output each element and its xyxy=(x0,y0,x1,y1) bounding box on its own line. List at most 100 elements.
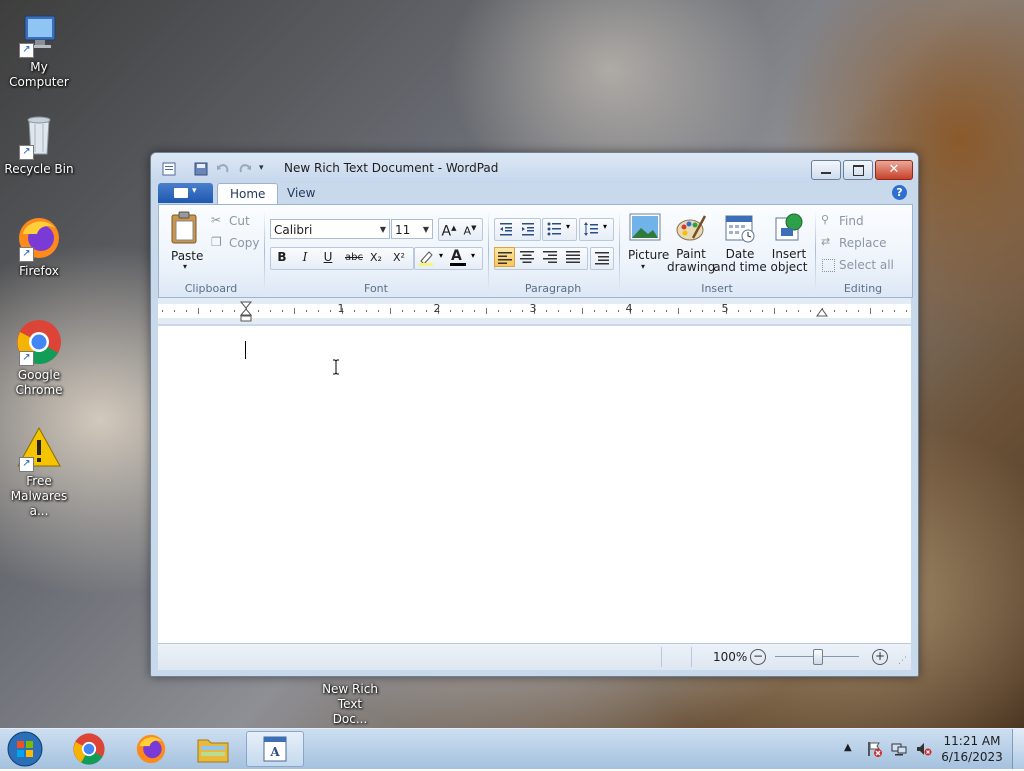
indent-marker-icon[interactable] xyxy=(240,301,252,323)
action-center-icon[interactable] xyxy=(866,741,882,757)
align-left-button[interactable] xyxy=(494,247,515,267)
taskbar-firefox[interactable] xyxy=(122,731,180,767)
increase-indent-icon[interactable] xyxy=(520,221,536,237)
shrink-font-label: A xyxy=(463,224,472,238)
bullet-list-icon xyxy=(547,222,561,236)
align-right-button[interactable] xyxy=(540,247,561,267)
group-label-clipboard: Clipboard xyxy=(184,282,238,295)
tab-view[interactable]: View xyxy=(275,183,327,204)
list-button[interactable]: ▾ xyxy=(542,218,577,241)
insert-object-button[interactable]: Insert object xyxy=(766,209,812,274)
zoom-in-icon[interactable]: + xyxy=(872,649,888,665)
group-label-font: Font xyxy=(364,282,388,295)
group-separator xyxy=(815,211,816,291)
ribbon: Paste ▾ ✂ Cut ❐ Copy Clipboard Calibri ▼… xyxy=(158,204,913,298)
paragraph-settings-button[interactable] xyxy=(590,247,614,270)
paragraph-icon xyxy=(595,252,609,265)
replace-button[interactable]: ⇄ Replace xyxy=(821,234,901,252)
ruler[interactable]: 1 2 3 4 5 xyxy=(158,298,911,324)
close-icon: ✕ xyxy=(888,162,900,177)
copy-button[interactable]: ❐ Copy xyxy=(211,234,261,252)
taskbar-file-explorer[interactable] xyxy=(184,731,242,767)
desktop-icon-recycle-bin[interactable]: ↗ Recycle Bin xyxy=(0,112,78,177)
show-desktop-button[interactable] xyxy=(1012,729,1024,769)
system-clock[interactable]: 11:21 AM 6/16/2023 xyxy=(930,733,1014,765)
bold-button[interactable]: B xyxy=(271,247,293,268)
align-center-icon xyxy=(520,251,534,263)
ruler-tick xyxy=(234,310,235,312)
desktop-icon-google-chrome[interactable]: ↗ Google Chrome xyxy=(0,318,78,398)
close-button[interactable]: ✕ xyxy=(875,160,913,180)
network-icon[interactable] xyxy=(891,741,907,757)
document-editor[interactable] xyxy=(158,325,911,644)
justify-button[interactable] xyxy=(563,247,584,267)
highlighter-icon xyxy=(419,251,433,266)
minimize-button[interactable] xyxy=(811,160,841,180)
ruler-tick xyxy=(666,310,667,312)
paste-button[interactable]: Paste ▾ xyxy=(163,209,203,271)
superscript-button[interactable]: X² xyxy=(388,247,410,268)
right-indent-marker-icon[interactable] xyxy=(816,307,828,317)
undo-icon[interactable] xyxy=(215,161,231,177)
font-color-button[interactable]: A ▾ xyxy=(449,248,479,267)
title-bar[interactable]: ▾ New Rich Text Document - WordPad ✕ xyxy=(151,153,918,183)
find-button[interactable]: ⚲ Find xyxy=(821,212,901,230)
decrease-indent-icon[interactable] xyxy=(498,221,514,237)
help-icon[interactable]: ? xyxy=(892,185,907,200)
desktop-icon-free-malwares[interactable]: ↗ Free Malwares a... xyxy=(0,424,78,519)
window-title: New Rich Text Document - WordPad xyxy=(284,161,499,175)
ruler-tick xyxy=(906,310,907,312)
italic-button[interactable]: I xyxy=(294,247,316,268)
tab-home[interactable]: Home xyxy=(217,183,279,205)
save-icon[interactable] xyxy=(193,161,209,177)
taskbar-wordpad[interactable]: A xyxy=(246,731,304,767)
customize-qat-icon[interactable]: ▾ xyxy=(259,163,264,173)
show-hidden-icons[interactable]: ▲ xyxy=(844,742,852,753)
select-all-icon xyxy=(822,259,835,272)
font-family-combo[interactable]: Calibri ▼ xyxy=(270,219,390,239)
zoom-out-icon[interactable]: − xyxy=(750,649,766,665)
desktop-icon-new-rich-text-doc[interactable]: New Rich Text Doc... xyxy=(311,682,389,727)
ruler-tick xyxy=(594,310,595,312)
application-menu-button[interactable]: ▾ xyxy=(158,183,213,203)
align-left-icon xyxy=(498,252,512,264)
windows-logo-icon xyxy=(7,731,43,767)
taskbar: A ▲ 11:21 AM 6/16/2023 xyxy=(0,728,1024,769)
redo-icon[interactable] xyxy=(237,161,253,177)
zoom-slider-thumb[interactable] xyxy=(813,649,823,665)
desktop-icon-label: Free Malwares a... xyxy=(10,474,68,518)
strikethrough-button[interactable]: abc xyxy=(341,247,367,268)
desktop-icon-label: Google Chrome xyxy=(15,368,63,397)
picture-icon xyxy=(629,213,661,241)
align-center-button[interactable] xyxy=(517,247,538,267)
date-time-label: Date and time xyxy=(713,247,767,274)
chevron-down-icon: ▾ xyxy=(566,222,571,231)
font-size-combo[interactable]: 11 ▼ xyxy=(391,219,433,239)
start-button[interactable] xyxy=(6,730,46,768)
cut-button[interactable]: ✂ Cut xyxy=(211,212,261,230)
taskbar-chrome[interactable] xyxy=(60,731,118,767)
grow-font-button[interactable]: A▲ xyxy=(438,218,460,240)
paint-drawing-button[interactable]: Paint drawing xyxy=(667,209,715,274)
desktop-icon-firefox[interactable]: ↗ Firefox xyxy=(0,214,78,279)
underline-button[interactable]: U xyxy=(317,247,339,268)
insert-picture-button[interactable]: Picture ▾ xyxy=(623,209,669,273)
highlight-color-button[interactable]: ▾ xyxy=(417,249,447,267)
ruler-tick xyxy=(558,310,559,312)
shrink-font-button[interactable]: A▼ xyxy=(459,218,481,239)
ruler-tick xyxy=(210,310,211,312)
ruler-tick xyxy=(786,310,787,312)
ruler-tick xyxy=(750,310,751,312)
desktop-icon-my-computer[interactable]: ↗ My Computer xyxy=(0,10,78,90)
maximize-button[interactable] xyxy=(843,160,873,180)
wordpad-app-icon[interactable] xyxy=(161,161,177,177)
select-all-button[interactable]: Select all xyxy=(821,256,901,274)
ruler-tick xyxy=(390,308,391,314)
subscript-button[interactable]: X₂ xyxy=(365,247,387,268)
desktop-icon-label: My Computer xyxy=(9,60,69,89)
resize-grip-icon[interactable]: ⋰ xyxy=(898,656,907,666)
line-spacing-button[interactable]: ▾ xyxy=(579,218,614,241)
paint-palette-icon xyxy=(676,215,707,241)
date-time-button[interactable]: Date and time xyxy=(713,209,767,274)
ruler-tick xyxy=(714,310,715,312)
